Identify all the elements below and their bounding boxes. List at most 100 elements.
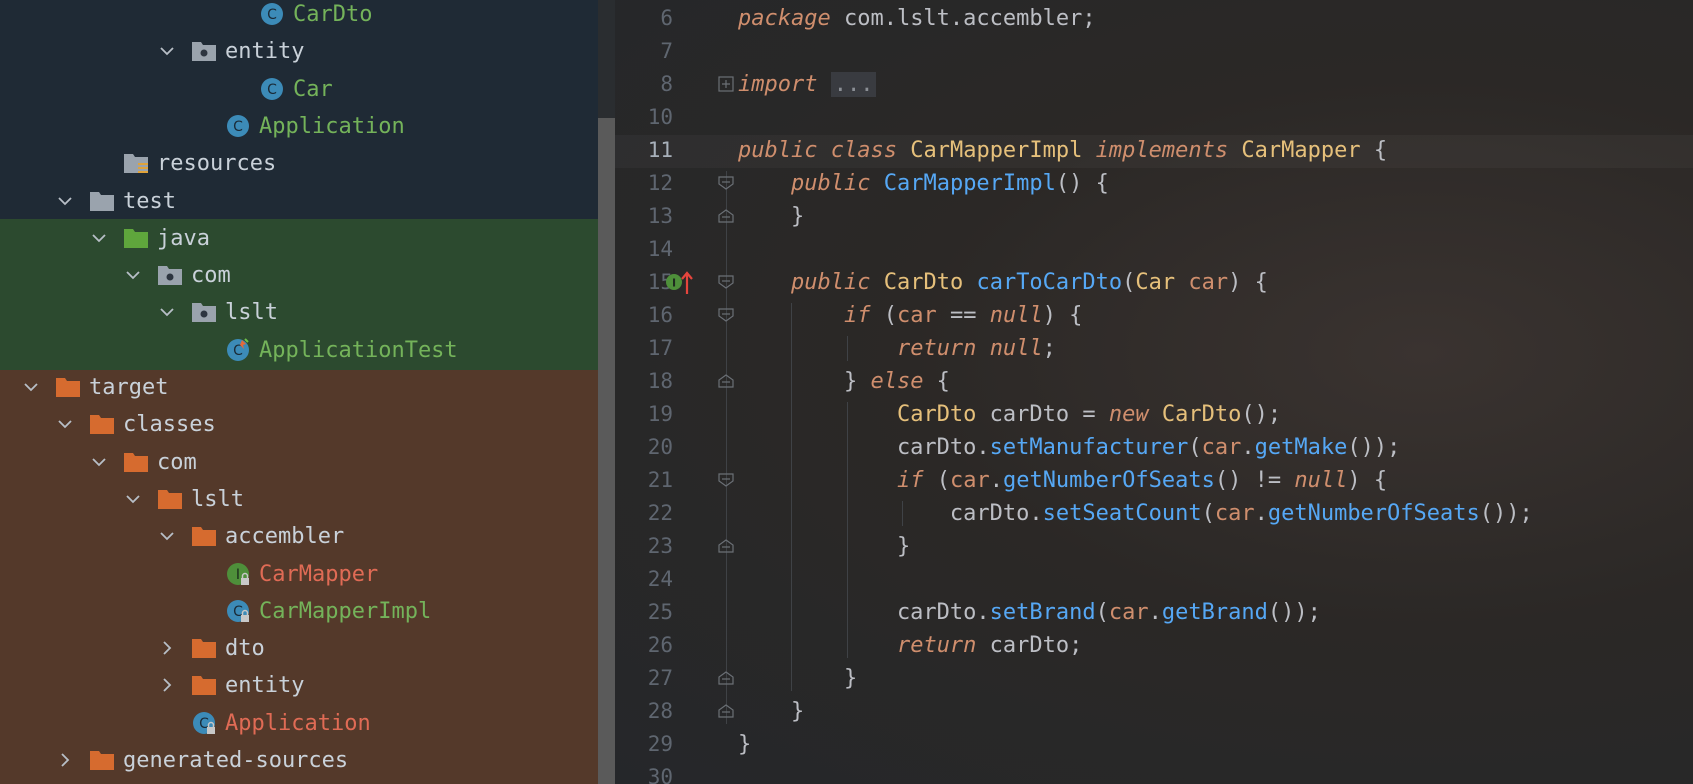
tree-item-carmapperimpl[interactable]: C CarMapperImpl xyxy=(0,593,598,630)
fold-collapse-icon[interactable] xyxy=(717,273,735,291)
code-line[interactable]: return null; xyxy=(738,332,1056,365)
code-line[interactable]: public CarDto carToCarDto(Car car) { xyxy=(738,266,1268,299)
line-number[interactable]: 10 xyxy=(615,101,673,134)
line-number[interactable]: 21 xyxy=(615,464,673,497)
code-token: implements xyxy=(1095,138,1229,163)
tree-scrollbar-thumb[interactable] xyxy=(598,118,615,784)
tree-item-lslt[interactable]: lslt xyxy=(0,481,598,518)
code-token: ( xyxy=(923,468,950,493)
line-number[interactable]: 28 xyxy=(615,695,673,728)
code-line[interactable]: return carDto; xyxy=(738,629,1082,662)
line-number[interactable]: 6 xyxy=(615,2,673,35)
tree-item-lslt[interactable]: lslt xyxy=(0,294,598,331)
tree-item-car[interactable]: C Car xyxy=(0,71,598,108)
fold-end-icon[interactable] xyxy=(717,537,735,555)
line-number[interactable]: 18 xyxy=(615,365,673,398)
tree-item-dto[interactable]: dto xyxy=(0,630,598,667)
tree-item-target[interactable]: target xyxy=(0,369,598,406)
chevron-down-icon[interactable] xyxy=(159,304,175,320)
code-line[interactable]: carDto.setSeatCount(car.getNumberOfSeats… xyxy=(738,497,1533,530)
tree-item-entity[interactable]: entity xyxy=(0,667,598,704)
fold-collapse-icon[interactable] xyxy=(717,174,735,192)
tree-item-accembler[interactable]: accembler xyxy=(0,518,598,555)
code-token: ()); xyxy=(1479,501,1533,526)
code-token: } xyxy=(738,369,871,394)
tree-item-label: target xyxy=(89,375,169,400)
tree-item-classes[interactable]: classes xyxy=(0,406,598,443)
code-line[interactable]: public CarMapperImpl() { xyxy=(738,167,1109,200)
chevron-down-icon[interactable] xyxy=(159,43,175,59)
tree-item-application[interactable]: C Application xyxy=(0,705,598,742)
chevron-down-icon[interactable] xyxy=(57,193,73,209)
tree-item-resources[interactable]: resources xyxy=(0,145,598,182)
fold-end-icon[interactable] xyxy=(717,669,735,687)
code-line[interactable]: } xyxy=(738,200,804,233)
chevron-down-icon[interactable] xyxy=(125,267,141,283)
fold-end-icon[interactable] xyxy=(717,372,735,390)
fold-collapse-icon[interactable] xyxy=(717,306,735,324)
line-number[interactable]: 7 xyxy=(615,35,673,68)
line-number[interactable]: 27 xyxy=(615,662,673,695)
fold-expand-icon[interactable] xyxy=(717,75,735,93)
tree-item-carmapper[interactable]: I CarMapper xyxy=(0,556,598,593)
tree-item-java[interactable]: java xyxy=(0,220,598,257)
line-number[interactable]: 23 xyxy=(615,530,673,563)
chevron-right-icon[interactable] xyxy=(57,752,73,768)
chevron-right-icon[interactable] xyxy=(159,677,175,693)
chevron-down-icon[interactable] xyxy=(57,416,73,432)
code-line[interactable]: carDto.setManufacturer(car.getMake()); xyxy=(738,431,1400,464)
tree-item-generated-sources[interactable]: generated-sources xyxy=(0,742,598,779)
line-number[interactable]: 11 xyxy=(615,134,673,167)
chevron-down-icon[interactable] xyxy=(91,454,107,470)
chevron-down-icon[interactable] xyxy=(91,230,107,246)
tree-item-test[interactable]: test xyxy=(0,183,598,220)
line-number[interactable]: 14 xyxy=(615,233,673,266)
code-line[interactable]: carDto.setBrand(car.getBrand()); xyxy=(738,596,1321,629)
fold-end-icon[interactable] xyxy=(717,702,735,720)
code-line[interactable]: } xyxy=(738,530,910,563)
line-number[interactable]: 29 xyxy=(615,728,673,761)
tree-item-cardto[interactable]: C CarDto xyxy=(0,0,598,33)
tree-item-com[interactable]: com xyxy=(0,257,598,294)
tree-item-label: CarDto xyxy=(293,2,373,27)
code-token: CarDto xyxy=(1161,402,1242,427)
line-number[interactable]: 19 xyxy=(615,398,673,431)
tree-item-com[interactable]: com xyxy=(0,444,598,481)
line-number[interactable]: 26 xyxy=(615,629,673,662)
package-icon xyxy=(191,299,217,325)
tree-item-applicationtest[interactable]: C ApplicationTest xyxy=(0,332,598,369)
code-editor[interactable]: 6 7 8 10 11 12 13 14 15 16 17 18 19 20 21 22 23 24 25 26 27 2… xyxy=(615,0,1693,784)
code-line[interactable]: import ... xyxy=(738,68,877,101)
line-number[interactable]: 22 xyxy=(615,497,673,530)
line-number[interactable]: 20 xyxy=(615,431,673,464)
fold-end-icon[interactable] xyxy=(717,207,735,225)
code-line[interactable]: } xyxy=(738,662,857,695)
code-token: ( xyxy=(1201,501,1215,526)
line-number[interactable]: 8 xyxy=(615,68,673,101)
code-line[interactable]: package com.lslt.accembler; xyxy=(738,2,1096,35)
line-number[interactable]: 17 xyxy=(615,332,673,365)
code-line[interactable]: } else { xyxy=(738,365,950,398)
code-token: car xyxy=(1201,435,1242,460)
tree-item-entity[interactable]: entity xyxy=(0,33,598,70)
line-number[interactable]: 24 xyxy=(615,563,673,596)
code-line[interactable]: CarDto carDto = new CarDto(); xyxy=(738,398,1281,431)
code-line[interactable]: } xyxy=(738,728,751,761)
implements-method-icon[interactable]: I xyxy=(665,268,695,296)
line-number[interactable]: 16 xyxy=(615,299,673,332)
code-line[interactable]: if (car == null) { xyxy=(738,299,1082,332)
code-line[interactable]: } xyxy=(738,695,804,728)
line-number[interactable]: 12 xyxy=(615,167,673,200)
line-number[interactable]: 30 xyxy=(615,761,673,784)
code-line[interactable]: if (car.getNumberOfSeats() != null) { xyxy=(738,464,1387,497)
fold-collapse-icon[interactable] xyxy=(717,471,735,489)
tree-item-application[interactable]: C Application xyxy=(0,108,598,145)
chevron-down-icon[interactable] xyxy=(23,379,39,395)
chevron-right-icon[interactable] xyxy=(159,640,175,656)
chevron-down-icon[interactable] xyxy=(125,491,141,507)
chevron-down-icon[interactable] xyxy=(159,528,175,544)
line-number[interactable]: 13 xyxy=(615,200,673,233)
code-line[interactable]: public class CarMapperImpl implements Ca… xyxy=(738,134,1387,167)
line-number[interactable]: 25 xyxy=(615,596,673,629)
